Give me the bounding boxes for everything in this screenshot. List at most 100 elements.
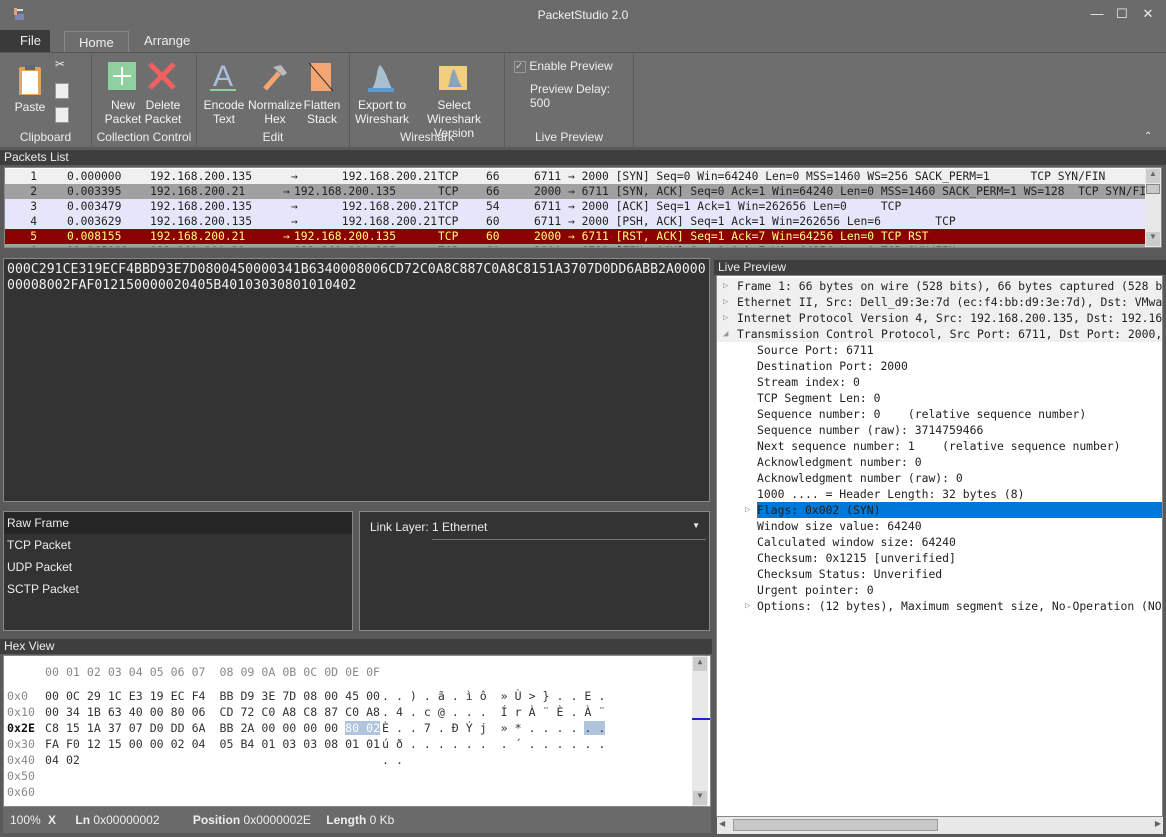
tree-item[interactable]: ▷ Ethernet II, Src: Dell_d9:3e:7d (ec:f4:… [717, 294, 1163, 310]
tab-arrange[interactable]: Arrange [130, 30, 204, 52]
scroll-thumb[interactable] [1146, 184, 1160, 194]
packet-dst: 192.168.200.21 [341, 200, 437, 213]
packet-type-list[interactable]: Raw Frame TCP Packet UDP Packet SCTP Pac… [3, 511, 353, 631]
tree-item[interactable]: TCP Segment Len: 0 [717, 390, 1162, 406]
hex-ascii[interactable]: . . [382, 752, 403, 768]
packet-type-sctp[interactable]: SCTP Packet [4, 578, 352, 600]
preview-delay[interactable]: Preview Delay: 500 [530, 82, 633, 110]
link-layer-select[interactable]: 1 Ethernet ▼ [432, 520, 706, 540]
packet-time: 0.003629 [67, 215, 122, 228]
new-packet-button[interactable]: New Packet [102, 61, 144, 126]
minimize-button[interactable]: — [1087, 6, 1107, 24]
tree-item[interactable]: ◢ Transmission Control Protocol, Src Port… [717, 326, 1163, 342]
packet-row[interactable]: 2 0.003395 192.168.200.21 → 192.168.200.135 T… [5, 184, 1153, 199]
packet-row[interactable]: 5 0.008155 192.168.200.21 → 192.168.200.135 T… [5, 229, 1145, 244]
scroll-up-icon[interactable]: ▲ [693, 657, 707, 671]
collapsed-triangle-icon[interactable]: ▷ [745, 598, 750, 614]
paste-button[interactable]: Paste [10, 63, 50, 114]
hex-offset: 0x60 [7, 785, 35, 799]
tree-item[interactable]: Next sequence number: 1 (relative sequen… [717, 438, 1162, 454]
tree-item[interactable]: Acknowledgment number: 0 [717, 454, 1162, 470]
tree-item[interactable]: Window size value: 64240 [717, 518, 1162, 534]
packet-row[interactable]: 6 13.265092 192.168.200.21 → 192.168.200.135… [5, 244, 1145, 247]
tree-item[interactable]: Stream index: 0 [717, 374, 1162, 390]
live-preview-tree[interactable]: ▷ Frame 1: 66 bytes on wire (528 bits), 6… [716, 275, 1163, 817]
close-button[interactable]: ✕ [1138, 6, 1158, 24]
packet-row[interactable]: 1 0.000000 192.168.200.135 → 192.168.200.21 T… [5, 169, 1145, 184]
select-wireshark-version-button[interactable]: Select Wireshark Version [410, 61, 498, 140]
cut-icon[interactable]: ✂ [55, 57, 65, 71]
tree-item-label: Transmission Control Protocol, Src Port:… [737, 327, 1163, 341]
scroll-up-icon[interactable]: ▲ [1146, 169, 1160, 183]
packet-type-tcp[interactable]: TCP Packet [4, 534, 352, 556]
tree-item[interactable]: Sequence number: 0 (relative sequence nu… [717, 406, 1162, 422]
length-label: Length [326, 813, 367, 827]
hex-ascii[interactable]: . 4 . c @ . . . Í r À ¨ È . À ¨ [382, 704, 605, 720]
raw-hex-editor[interactable]: 000C291CE319ECF4BBD93E7D0800450000341B63… [3, 258, 710, 502]
tree-item[interactable]: ▷ Flags: 0x002 (SYN) [717, 502, 1162, 518]
export-to-wireshark-button[interactable]: Export to Wireshark [354, 61, 410, 126]
hex-scrollbar[interactable]: ▲ ▼ [692, 656, 710, 806]
maximize-button[interactable]: ☐ [1112, 6, 1132, 24]
ascii: . . ) . ã . ì ô » Ù > } . . E . [382, 689, 606, 703]
flatten-stack-button[interactable]: Flatten Stack [301, 61, 343, 126]
tree-item[interactable]: 1000 .... = Header Length: 32 bytes (8) [717, 486, 1162, 502]
expanded-triangle-icon[interactable]: ◢ [723, 326, 728, 342]
packet-len: 66 [486, 170, 500, 183]
copy-icon[interactable] [55, 83, 69, 99]
hex-ascii[interactable]: È . . 7 . Ð Ý j » * . . . . . . [382, 720, 606, 736]
tree-item[interactable]: Destination Port: 2000 [717, 358, 1162, 374]
group-live-preview: ✓ Enable Preview Preview Delay: 500 Live… [505, 53, 634, 148]
normalize-hex-button[interactable]: Normalize Hex [247, 61, 303, 126]
packet-len: 54 [486, 200, 500, 213]
packets-list[interactable]: 1 0.000000 192.168.200.135 → 192.168.200.21 T… [4, 167, 1162, 248]
encode-text-button[interactable]: A Encode Text [201, 60, 247, 126]
tree-item[interactable]: ▷ Internet Protocol Version 4, Src: 192.1… [717, 310, 1162, 326]
live-preview-hscrollbar[interactable]: ◀ ▶ [717, 817, 1163, 834]
scroll-down-icon[interactable]: ▼ [693, 791, 707, 805]
tree-item[interactable]: Checksum Status: Unverified [717, 566, 1162, 582]
scroll-thumb[interactable] [733, 819, 938, 831]
hex-bytes[interactable]: 00 0C 29 1C E3 19 EC F4 BB D9 3E 7D 08 0… [45, 688, 380, 704]
hex-bytes[interactable]: 00 34 1B 63 40 00 80 06 CD 72 C0 A8 C8 8… [45, 704, 380, 720]
tree-item[interactable]: ▷ Frame 1: 66 bytes on wire (528 bits), 6… [717, 278, 1162, 294]
hex-bytes[interactable]: FA F0 12 15 00 00 02 04 05 B4 01 03 03 0… [45, 736, 380, 752]
hex-bytes[interactable]: 04 02 [45, 752, 80, 768]
hex-ascii[interactable]: . . ) . ã . ì ô » Ù > } . . E . [382, 688, 605, 704]
collapsed-triangle-icon[interactable]: ▷ [723, 278, 728, 294]
hex-bytes[interactable]: C8 15 1A 37 07 D0 DD 6A BB 2A 00 00 00 0… [45, 720, 381, 736]
collapsed-triangle-icon[interactable]: ▷ [723, 294, 728, 310]
tree-item-label: Sequence number: 0 (relative sequence nu… [757, 407, 1087, 421]
scroll-down-icon[interactable]: ▼ [1146, 232, 1160, 246]
tree-item[interactable]: Urgent pointer: 0 [717, 582, 1162, 598]
scroll-right-icon[interactable]: ▶ [1155, 819, 1161, 828]
packet-type-udp[interactable]: UDP Packet [4, 556, 352, 578]
tree-item[interactable]: Checksum: 0x1215 [unverified] [717, 550, 1162, 566]
tree-item-label: Ethernet II, Src: Dell_d9:3e:7d (ec:f4:b… [737, 295, 1163, 309]
hex-view[interactable]: 00 01 02 03 04 05 06 07 08 09 0A 0B 0C 0… [3, 655, 711, 807]
packet-info: 2000 → 6711 [FIN, ACK] Seq=1 Ack=7 Win=6… [534, 244, 956, 247]
tree-item[interactable]: Source Port: 6711 [717, 342, 1162, 358]
scroll-left-icon[interactable]: ◀ [719, 819, 725, 828]
tree-item[interactable]: Acknowledgment number (raw): 0 [717, 470, 1162, 486]
packets-list-scrollbar[interactable]: ▲ ▼ [1145, 168, 1161, 247]
paste-special-icon[interactable] [55, 107, 69, 123]
delete-packet-button[interactable]: Delete Packet [142, 61, 184, 126]
tree-item[interactable]: ▷ Options: (12 bytes), Maximum segment si… [717, 598, 1162, 614]
enable-preview-checkbox[interactable]: ✓ Enable Preview [514, 59, 613, 73]
packet-row[interactable]: 4 0.003629 192.168.200.135 → 192.168.200.21 T… [5, 214, 1145, 229]
selected-bytes[interactable]: 80 02 [345, 721, 381, 735]
packet-row[interactable]: 3 0.003479 192.168.200.135 → 192.168.200.21 T… [5, 199, 1145, 214]
zoom-level[interactable]: 100% [10, 813, 41, 827]
selected-ascii[interactable]: . . [584, 721, 606, 735]
tab-home[interactable]: Home [64, 31, 129, 53]
collapse-ribbon-icon[interactable]: ⌃ [1144, 131, 1152, 142]
collapsed-triangle-icon[interactable]: ▷ [723, 310, 728, 326]
tab-file[interactable]: File [0, 30, 50, 52]
tree-item[interactable]: Calculated window size: 64240 [717, 534, 1162, 550]
group-wireshark: Export to Wireshark Select Wireshark Versi… [350, 53, 505, 148]
hex-ascii[interactable]: ú ð . . . . . . . ´ . . . . . . [382, 736, 605, 752]
tree-item[interactable]: Sequence number (raw): 3714759466 [717, 422, 1162, 438]
packet-type-raw-frame[interactable]: Raw Frame [4, 512, 352, 534]
collapsed-triangle-icon[interactable]: ▷ [745, 502, 750, 518]
